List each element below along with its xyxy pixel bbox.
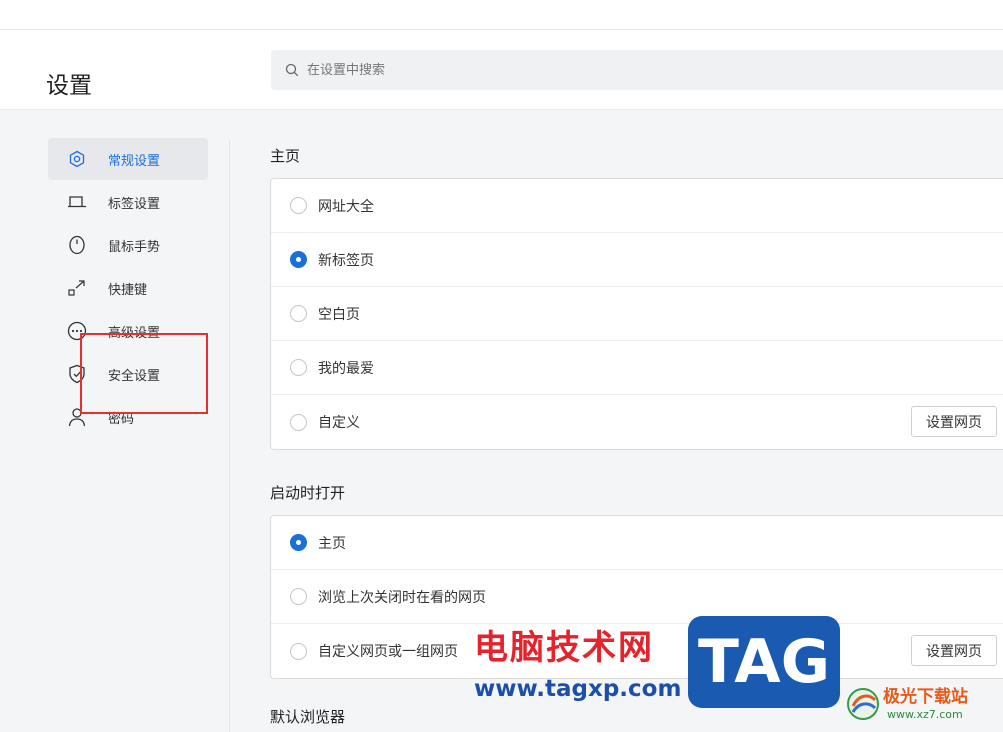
annotation-highlight-box xyxy=(80,333,208,414)
radio-option-favorites[interactable]: 我的最爱 xyxy=(271,341,1003,395)
radio-button-selected[interactable] xyxy=(290,251,307,268)
sidebar-item-label: 标签设置 xyxy=(108,196,161,212)
watermark-brand2: 极光下载站 www.xz7.com xyxy=(843,676,1003,732)
sidebar-item-general[interactable]: 常规设置 xyxy=(48,138,208,180)
radio-button[interactable] xyxy=(290,413,307,431)
radio-button[interactable] xyxy=(290,305,307,322)
mouse-icon xyxy=(67,235,87,255)
sidebar-item-mouse-gestures[interactable]: 鼠标手势 xyxy=(48,224,208,266)
radio-button[interactable] xyxy=(290,359,307,376)
radio-option-blank-page[interactable]: 空白页 xyxy=(271,287,1003,341)
sidebar-item-label: 快捷键 xyxy=(108,282,148,298)
radio-label: 自定义网页或一组网页 xyxy=(318,644,458,660)
page-title: 设置 xyxy=(46,73,92,99)
radio-button[interactable] xyxy=(290,197,307,214)
search-input[interactable] xyxy=(307,50,907,90)
radio-option-new-tab[interactable]: 新标签页 xyxy=(271,233,1003,287)
sidebar-divider xyxy=(229,140,230,732)
radio-button[interactable] xyxy=(290,642,307,660)
radio-label: 空白页 xyxy=(318,306,360,323)
sidebar-item-label: 常规设置 xyxy=(108,153,161,169)
radio-button[interactable] xyxy=(290,588,307,605)
watermark-site-url: www.tagxp.com xyxy=(474,676,682,702)
watermark-brand2-name: 极光下载站 xyxy=(883,687,968,707)
radio-label: 浏览上次关闭时在看的网页 xyxy=(318,589,486,606)
homepage-options-card: 网址大全 新标签页 空白页 我的最爱 自定义 设置网页 xyxy=(270,178,1003,450)
sidebar-item-label: 鼠标手势 xyxy=(108,239,161,255)
aurora-logo-icon xyxy=(847,688,879,720)
radio-label: 主页 xyxy=(318,535,346,552)
radio-label: 自定义 xyxy=(318,415,360,431)
window-top-strip xyxy=(0,0,1003,30)
sidebar-item-tabs[interactable]: 标签设置 xyxy=(48,181,208,223)
radio-option-url-directory[interactable]: 网址大全 xyxy=(271,179,1003,233)
shortcut-arrow-icon xyxy=(67,278,87,298)
radio-label: 我的最爱 xyxy=(318,360,374,377)
radio-label: 新标签页 xyxy=(318,252,374,269)
watermark-tag-logo: TAG xyxy=(688,616,840,708)
radio-option-startup-homepage[interactable]: 主页 xyxy=(271,516,1003,570)
watermark-brand2-url: www.xz7.com xyxy=(887,708,963,721)
set-pages-button[interactable]: 设置网页 xyxy=(911,635,997,666)
search-icon xyxy=(285,63,299,77)
search-box[interactable] xyxy=(271,50,1003,90)
radio-option-restore-last-session[interactable]: 浏览上次关闭时在看的网页 xyxy=(271,570,1003,624)
radio-button-selected[interactable] xyxy=(290,534,307,551)
radio-label: 网址大全 xyxy=(318,198,374,215)
section-title-default-browser: 默认浏览器 xyxy=(270,708,346,726)
sidebar-item-shortcuts[interactable]: 快捷键 xyxy=(48,267,208,309)
section-title-startup: 启动时打开 xyxy=(270,484,346,502)
settings-header: 设置 xyxy=(0,30,1003,110)
gear-hexagon-icon xyxy=(67,149,87,169)
radio-option-custom[interactable]: 自定义 设置网页 xyxy=(271,395,1003,449)
section-title-homepage: 主页 xyxy=(270,147,301,165)
watermark-site-name: 电脑技术网 xyxy=(474,628,654,668)
tab-icon xyxy=(67,192,87,212)
set-pages-button[interactable]: 设置网页 xyxy=(911,406,997,437)
